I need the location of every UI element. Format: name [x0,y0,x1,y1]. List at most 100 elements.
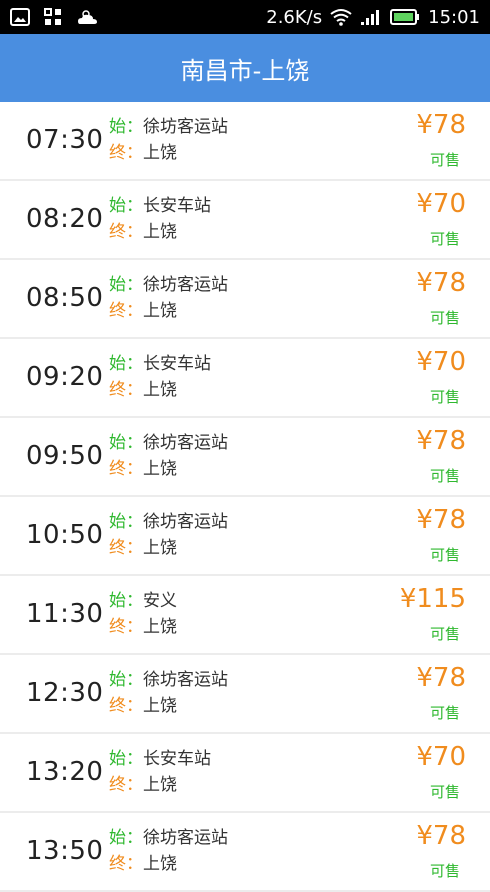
trip-row[interactable]: 07:30 始：徐坊客运站 终：上饶 ¥78 可售 [0,102,490,179]
end-label: 终： [109,617,143,637]
start-label: 始： [109,117,143,137]
end-station-line: 终：上饶 [109,140,228,166]
image-icon [10,8,30,26]
availability-status: 可售 [429,625,460,643]
trip-row[interactable]: 10:50 始：徐坊客运站 终：上饶 ¥78 可售 [0,497,490,574]
start-station: 徐坊客运站 [143,117,228,137]
trip-row[interactable]: 08:50 始：徐坊客运站 终：上饶 ¥78 可售 [0,260,490,337]
departure-time: 08:50 [26,283,104,313]
ticket-price: ¥78 [416,505,466,535]
clock: 15:01 [428,6,480,28]
end-station: 上饶 [143,617,177,637]
status-bar: 2.6K/s 15:01 [0,0,490,34]
start-station-line: 始：长安车站 [109,193,211,219]
start-station: 徐坊客运站 [143,670,228,690]
end-label: 终： [109,854,143,874]
end-station: 上饶 [143,854,177,874]
start-label: 始： [109,512,143,532]
start-station-line: 始：长安车站 [109,351,211,377]
end-station-line: 终：上饶 [109,219,211,245]
end-label: 终： [109,696,143,716]
wifi-icon [330,8,352,26]
ticket-price: ¥78 [416,426,466,456]
availability-status: 可售 [429,388,460,406]
ticket-price: ¥70 [416,742,466,772]
end-station-line: 终：上饶 [109,377,211,403]
end-station-line: 终：上饶 [109,535,228,561]
availability-status: 可售 [429,467,460,485]
start-station-line: 始：徐坊客运站 [109,825,228,851]
start-station-line: 始：安义 [109,588,177,614]
end-station-line: 终：上饶 [109,693,228,719]
start-label: 始： [109,354,143,374]
start-station-line: 始：徐坊客运站 [109,114,228,140]
trip-stations: 始：徐坊客运站 终：上饶 [109,825,228,877]
trip-row[interactable]: 12:30 始：徐坊客运站 终：上饶 ¥78 可售 [0,655,490,732]
availability-status: 可售 [429,704,460,722]
trip-row[interactable]: 09:50 始：徐坊客运站 终：上饶 ¥78 可售 [0,418,490,495]
start-station-line: 始：长安车站 [109,746,211,772]
trip-stations: 始：徐坊客运站 终：上饶 [109,509,228,561]
end-station: 上饶 [143,775,177,795]
trip-row[interactable]: 13:20 始：长安车站 终：上饶 ¥70 可售 [0,734,490,811]
trip-stations: 始：安义 终：上饶 [109,588,177,640]
trip-row[interactable]: 11:30 始：安义 终：上饶 ¥115 可售 [0,576,490,653]
start-station: 安义 [143,591,177,611]
signal-icon [360,8,382,26]
end-station-line: 终：上饶 [109,851,228,877]
departure-time: 11:30 [26,599,104,629]
net-speed: 2.6K/s [266,6,323,28]
start-station: 徐坊客运站 [143,828,228,848]
ticket-price: ¥70 [416,189,466,219]
end-station: 上饶 [143,459,177,479]
departure-time: 07:30 [26,125,104,155]
availability-status: 可售 [429,546,460,564]
start-station: 长安车站 [143,354,211,374]
page-title: 南昌市-上饶 [180,56,310,85]
ticket-price: ¥70 [416,347,466,377]
end-station: 上饶 [143,380,177,400]
end-station: 上饶 [143,696,177,716]
start-station-line: 始：徐坊客运站 [109,667,228,693]
end-station-line: 终：上饶 [109,298,228,324]
trip-stations: 始：长安车站 终：上饶 [109,746,211,798]
end-station: 上饶 [143,222,177,242]
end-station: 上饶 [143,538,177,558]
departure-time: 10:50 [26,520,104,550]
end-station-line: 终：上饶 [109,456,228,482]
departure-time: 13:50 [26,836,104,866]
trip-row[interactable]: 13:50 始：徐坊客运站 终：上饶 ¥78 可售 [0,813,490,890]
trip-row[interactable]: 08:20 始：长安车站 终：上饶 ¥70 可售 [0,181,490,258]
start-station: 徐坊客运站 [143,433,228,453]
end-label: 终： [109,459,143,479]
start-station-line: 始：徐坊客运站 [109,272,228,298]
availability-status: 可售 [429,783,460,801]
trip-list[interactable]: 07:30 始：徐坊客运站 终：上饶 ¥78 可售 08:20 始：长安车站 终：上饶 ¥70 可… [0,102,490,892]
trip-stations: 始：徐坊客运站 终：上饶 [109,667,228,719]
start-label: 始： [109,591,143,611]
departure-time: 09:20 [26,362,104,392]
end-station: 上饶 [143,143,177,163]
battery-icon [390,8,420,26]
start-label: 始： [109,670,143,690]
start-station-line: 始：徐坊客运站 [109,430,228,456]
start-label: 始： [109,433,143,453]
end-station-line: 终：上饶 [109,772,211,798]
availability-status: 可售 [429,230,460,248]
ticket-price: ¥115 [399,584,466,614]
weather-icon [76,8,100,26]
trip-stations: 始：徐坊客运站 终：上饶 [109,430,228,482]
departure-time: 09:50 [26,441,104,471]
start-label: 始： [109,749,143,769]
app-header: 南昌市-上饶 [0,34,490,102]
trip-stations: 始：长安车站 终：上饶 [109,351,211,403]
trip-stations: 始：徐坊客运站 终：上饶 [109,272,228,324]
start-station: 长安车站 [143,196,211,216]
start-station: 徐坊客运站 [143,275,228,295]
end-station-line: 终：上饶 [109,614,177,640]
trip-row[interactable]: 09:20 始：长安车站 终：上饶 ¥70 可售 [0,339,490,416]
departure-time: 12:30 [26,678,104,708]
end-label: 终： [109,143,143,163]
end-label: 终： [109,775,143,795]
departure-time: 08:20 [26,204,104,234]
